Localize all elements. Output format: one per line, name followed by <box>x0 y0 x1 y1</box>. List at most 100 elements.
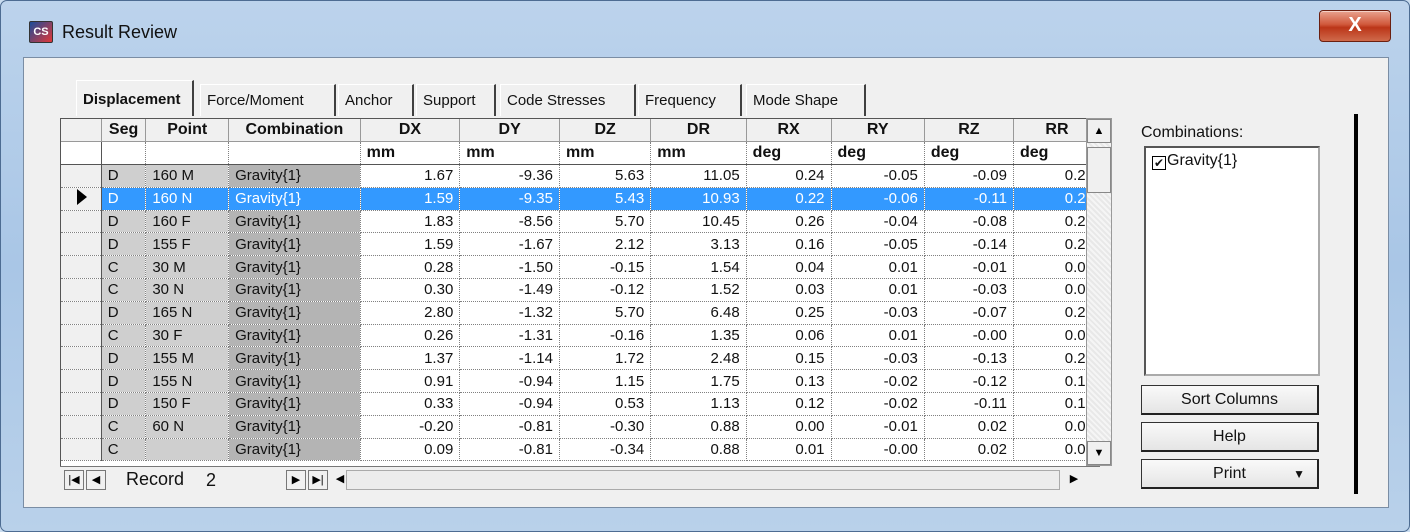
grid-cell[interactable]: 1.13 <box>650 392 747 416</box>
first-record-button[interactable]: |◀ <box>64 470 84 490</box>
scroll-right-button[interactable]: ▶ <box>1064 470 1084 490</box>
grid-cell[interactable]: Gravity{1} <box>228 278 361 302</box>
table-row[interactable]: D 160 N Gravity{1} 1.59 -9.35 5.43 10.93 0.22 -0… <box>61 187 1099 211</box>
grid-cell[interactable]: 165 N <box>145 301 230 325</box>
grid-cell[interactable]: -0.81 <box>459 438 560 462</box>
grid-cell[interactable]: -0.94 <box>459 369 560 394</box>
table-row[interactable]: C 30 N Gravity{1} 0.30 -1.49 -0.12 1.52 0.03 0.0… <box>61 278 1099 302</box>
row-selector[interactable] <box>61 438 102 462</box>
grid-cell[interactable]: D <box>101 369 147 394</box>
grid-cell[interactable]: -0.03 <box>831 346 925 371</box>
grid-cell[interactable] <box>145 438 230 462</box>
grid-cell[interactable]: 0.30 <box>360 278 461 302</box>
grid-cell[interactable]: 0.06 <box>746 324 832 348</box>
tab-force-moment[interactable]: Force/Moment <box>200 84 336 116</box>
grid-cell[interactable]: 0.88 <box>650 415 747 439</box>
grid-cell[interactable]: 0.26 <box>746 210 832 234</box>
grid-cell[interactable]: -0.03 <box>831 301 925 325</box>
table-row[interactable]: C 30 M Gravity{1} 0.28 -1.50 -0.15 1.54 0.04 0.0… <box>61 255 1099 280</box>
grid-cell[interactable]: 0.22 <box>746 187 832 211</box>
grid-cell[interactable]: -0.05 <box>831 232 925 257</box>
column-header-combination[interactable]: Combination <box>228 119 361 143</box>
grid-cell[interactable]: -0.08 <box>924 210 1014 234</box>
row-selector[interactable] <box>61 392 102 416</box>
grid-cell[interactable]: -0.13 <box>924 346 1014 371</box>
grid-cell[interactable]: 5.63 <box>559 164 652 188</box>
tab-support[interactable]: Support <box>416 84 496 116</box>
grid-cell[interactable]: 3.13 <box>650 232 747 257</box>
grid-cell[interactable]: C <box>101 438 147 462</box>
column-header-dz[interactable]: DZ <box>559 119 652 143</box>
column-header-point[interactable]: Point <box>145 119 230 143</box>
grid-cell[interactable]: 0.28 <box>360 255 461 280</box>
grid-cell[interactable]: 1.59 <box>360 232 461 257</box>
grid-cell[interactable]: -1.31 <box>459 324 560 348</box>
row-selector[interactable] <box>61 301 102 325</box>
tab-anchor[interactable]: Anchor <box>338 84 414 116</box>
tab-code-stresses[interactable]: Code Stresses <box>500 84 636 116</box>
grid-cell[interactable]: -0.30 <box>559 415 652 439</box>
table-row[interactable]: C Gravity{1} 0.09 -0.81 -0.34 0.88 0.01 -0.00 0.… <box>61 438 1099 462</box>
grid-cell[interactable]: -0.34 <box>559 438 652 462</box>
grid-cell[interactable]: 1.83 <box>360 210 461 234</box>
column-header-ry[interactable]: RY <box>831 119 925 143</box>
grid-cell[interactable]: -0.94 <box>459 392 560 416</box>
grid-cell[interactable]: 160 N <box>145 187 230 211</box>
grid-cell[interactable]: 1.59 <box>360 187 461 211</box>
table-row[interactable]: C 60 N Gravity{1} -0.20 -0.81 -0.30 0.88 0.00 -0… <box>61 415 1099 439</box>
grid-cell[interactable]: Gravity{1} <box>228 369 361 394</box>
grid-cell[interactable]: D <box>101 164 147 188</box>
row-selector[interactable] <box>61 369 102 394</box>
grid-cell[interactable]: -1.14 <box>459 346 560 371</box>
grid-cell[interactable]: 155 M <box>145 346 230 371</box>
grid-cell[interactable]: 0.24 <box>746 164 832 188</box>
grid-cell[interactable]: -8.56 <box>459 210 560 234</box>
grid-cell[interactable]: 30 M <box>145 255 230 280</box>
grid-cell[interactable]: -0.14 <box>924 232 1014 257</box>
previous-record-button[interactable]: ◀ <box>86 470 106 490</box>
grid-cell[interactable]: C <box>101 415 147 439</box>
scroll-down-button[interactable]: ▼ <box>1087 441 1111 465</box>
grid-cell[interactable]: 0.53 <box>559 392 652 416</box>
table-row[interactable]: D 165 N Gravity{1} 2.80 -1.32 5.70 6.48 0.25 -0.… <box>61 301 1099 325</box>
grid-cell[interactable]: 0.88 <box>650 438 747 462</box>
grid-cell[interactable]: 0.01 <box>831 278 925 302</box>
help-button[interactable]: Help <box>1141 422 1319 452</box>
next-record-button[interactable]: ▶ <box>286 470 306 490</box>
grid-cell[interactable]: 1.75 <box>650 369 747 394</box>
grid-cell[interactable]: 155 F <box>145 232 230 257</box>
grid-cell[interactable]: -9.35 <box>459 187 560 211</box>
grid-cell[interactable]: -0.81 <box>459 415 560 439</box>
column-header-dy[interactable]: DY <box>459 119 560 143</box>
column-header-dx[interactable]: DX <box>360 119 461 143</box>
grid-vertical-scrollbar[interactable]: ▲ ▼ <box>1086 118 1112 466</box>
tab-frequency[interactable]: Frequency <box>638 84 742 116</box>
row-selector[interactable] <box>61 187 102 211</box>
grid-cell[interactable]: 0.00 <box>746 415 832 439</box>
grid-horizontal-scrollbar[interactable] <box>346 470 1060 490</box>
grid-cell[interactable]: 0.02 <box>924 438 1014 462</box>
grid-cell[interactable]: 1.72 <box>559 346 652 371</box>
results-grid[interactable]: Seg Point Combination DX DY DZ DR RX RY RZ RR mm mm… <box>60 118 1100 491</box>
grid-cell[interactable]: -0.09 <box>924 164 1014 188</box>
grid-cell[interactable]: Gravity{1} <box>228 438 361 462</box>
grid-cell[interactable]: 0.09 <box>360 438 461 462</box>
record-number-input[interactable]: 2 <box>200 469 280 491</box>
grid-cell[interactable]: -0.03 <box>924 278 1014 302</box>
grid-cell[interactable]: 30 F <box>145 324 230 348</box>
grid-cell[interactable]: -1.49 <box>459 278 560 302</box>
grid-cell[interactable]: -0.20 <box>360 415 461 439</box>
grid-cell[interactable]: 1.67 <box>360 164 461 188</box>
grid-cell[interactable]: 0.04 <box>746 255 832 280</box>
column-header-rz[interactable]: RZ <box>924 119 1014 143</box>
grid-cell[interactable]: 0.12 <box>746 392 832 416</box>
grid-cell[interactable]: -0.11 <box>924 187 1014 211</box>
table-row[interactable]: C 30 F Gravity{1} 0.26 -1.31 -0.16 1.35 0.06 0.0… <box>61 324 1099 348</box>
grid-cell[interactable]: -0.02 <box>831 369 925 394</box>
row-selector[interactable] <box>61 255 102 280</box>
grid-cell[interactable]: -0.16 <box>559 324 652 348</box>
grid-cell[interactable]: -0.00 <box>831 438 925 462</box>
table-row[interactable]: D 155 N Gravity{1} 0.91 -0.94 1.15 1.75 0.13 -0.… <box>61 369 1099 394</box>
grid-cell[interactable]: 0.01 <box>831 324 925 348</box>
print-button[interactable]: Print ▼ <box>1141 459 1319 489</box>
